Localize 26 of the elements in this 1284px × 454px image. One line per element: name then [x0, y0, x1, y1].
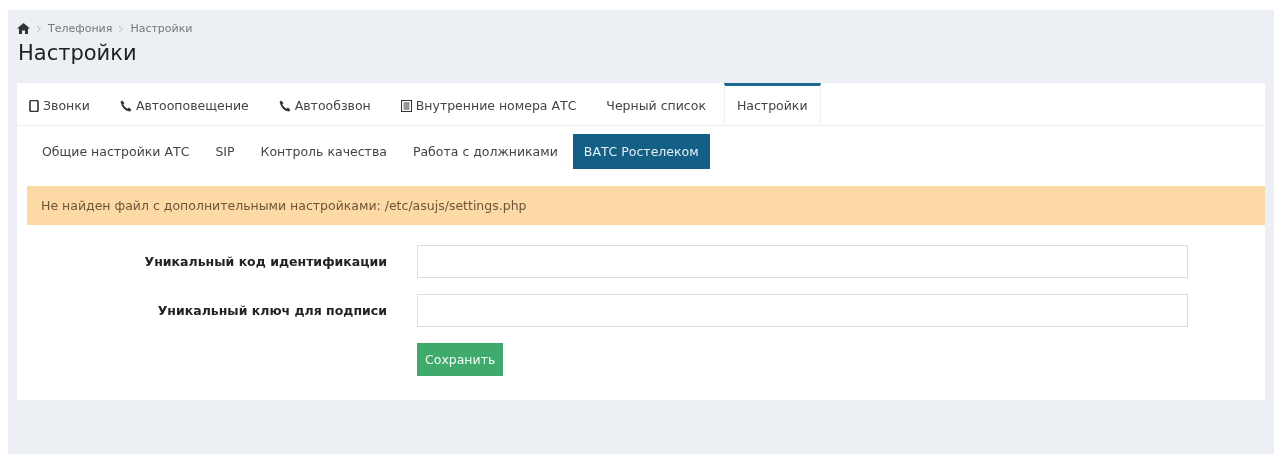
- subtab[interactable]: SIP: [204, 133, 246, 169]
- chevron-icon: [36, 24, 42, 33]
- field-label: Уникальный ключ для подписи: [156, 303, 387, 318]
- tab[interactable]: Автооповещение: [107, 83, 261, 125]
- subtab[interactable]: Работа с должниками: [401, 133, 569, 169]
- home-icon[interactable]: [17, 23, 30, 34]
- tab[interactable]: Внутренние номера АТС: [388, 83, 589, 125]
- tab[interactable]: Настройки: [723, 83, 821, 125]
- phone-icon: [119, 99, 132, 112]
- field-label: Уникальный код идентификации: [143, 254, 387, 269]
- subtab[interactable]: Общие настройки АТС: [31, 133, 201, 169]
- input-field[interactable]: [417, 294, 1188, 327]
- chevron-icon: [118, 24, 125, 33]
- breadcrumb-link[interactable]: Телефония: [48, 22, 113, 35]
- tab[interactable]: Черный список: [594, 83, 718, 125]
- subtab[interactable]: ВАТС Ростелеком: [572, 133, 710, 169]
- subtab[interactable]: Контроль качества: [249, 133, 398, 169]
- mobile-icon: [29, 99, 39, 112]
- input-field[interactable]: [417, 245, 1188, 278]
- list-icon: [400, 99, 412, 112]
- breadcrumb-link[interactable]: Настройки: [130, 22, 193, 35]
- tab[interactable]: Звонки: [17, 83, 102, 125]
- tab[interactable]: Автообзвон: [266, 83, 383, 125]
- page-title: Настройки: [18, 41, 138, 65]
- warning-alert: Не найден файл с дополнительными настройками: /etc/asujs/settings.php: [27, 186, 1265, 225]
- phone-icon: [278, 99, 291, 112]
